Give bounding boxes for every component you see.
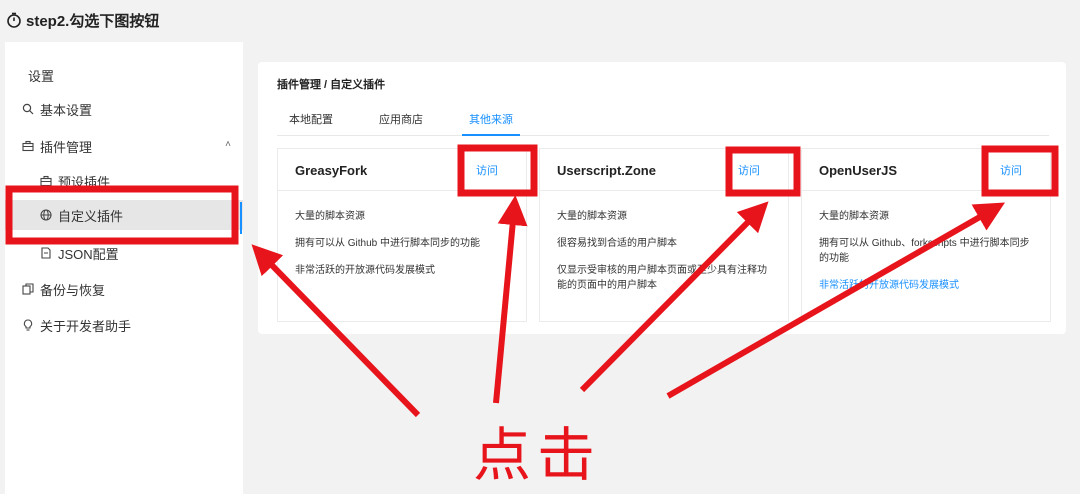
feature-line: 非常活跃的开放源代码发展模式	[819, 280, 959, 291]
sidebar-item-label: JSON配置	[58, 246, 119, 262]
visit-button[interactable]: 访问	[730, 159, 768, 181]
sidebar-item-label: 关于开发者助手	[40, 318, 132, 334]
briefcase-icon	[39, 174, 53, 188]
breadcrumb: 插件管理 / 自定义插件	[277, 79, 386, 91]
card-body: 大量的脚本资源 拥有可以从 Github、forkscripts 中进行脚本同步…	[802, 191, 1050, 293]
sidebar-scroll-indicator[interactable]	[240, 202, 242, 234]
card-title: Userscript.Zone	[557, 163, 656, 178]
copy-icon	[21, 282, 35, 296]
tab-app-store[interactable]: 应用商店	[379, 106, 423, 136]
sidebar-item-preset-plugins[interactable]: 预设插件	[5, 166, 243, 196]
search-icon	[21, 102, 35, 116]
feature-line: 拥有可以从 Github 中进行脚本同步的功能	[295, 238, 481, 249]
feature-line: 大量的脚本资源	[557, 211, 627, 222]
source-card-greasyfork: GreasyFork 访问 大量的脚本资源 拥有可以从 Github 中进行脚本…	[277, 148, 527, 322]
timer-icon	[7, 12, 21, 28]
feature-line: 仅显示受审核的用户脚本页面或至少具有注释功能的页面中的用户脚本	[557, 265, 767, 291]
sidebar-item-about-developer[interactable]: 关于开发者助手	[5, 310, 243, 340]
sidebar-item-label: 自定义插件	[58, 208, 124, 224]
card-title: OpenUserJS	[819, 163, 898, 178]
sidebar-item-basic-settings[interactable]: 基本设置	[5, 94, 243, 124]
tab-local-config[interactable]: 本地配置	[289, 106, 333, 136]
plugin-panel: 插件管理 / 自定义插件 本地配置 应用商店 其他来源 GreasyFork 访…	[258, 62, 1066, 334]
briefcase-icon	[21, 139, 35, 153]
sidebar-item-label: 插件管理	[40, 139, 93, 155]
feature-line: 大量的脚本资源	[295, 211, 365, 222]
bulb-icon	[21, 318, 35, 332]
click-annotation-label: 点击	[473, 421, 602, 489]
sidebar-item-backup-restore[interactable]: 备份与恢复	[5, 274, 243, 304]
chevron-up-icon: ˄	[225, 139, 231, 150]
step-title: step2.勾选下图按钮	[26, 12, 160, 30]
card-title: GreasyFork	[295, 163, 368, 178]
card-body: 大量的脚本资源 很容易找到合适的用户脚本 仅显示受审核的用户脚本页面或至少具有注…	[540, 191, 788, 293]
source-card-openuserjs: OpenUserJS 访问 大量的脚本资源 拥有可以从 Github、forks…	[801, 148, 1051, 322]
settings-sidebar: 设置 基本设置 插件管理 ˄ 预设插件 自定义插件 JSON配置 备份与恢复 关…	[5, 42, 243, 494]
feature-line: 很容易找到合适的用户脚本	[557, 238, 677, 249]
source-tabs: 本地配置 应用商店 其他来源	[277, 106, 1049, 136]
sidebar-item-json-config[interactable]: JSON配置	[5, 238, 243, 268]
feature-line: 拥有可以从 Github、forkscripts 中进行脚本同步的功能	[819, 238, 1030, 264]
card-header: Userscript.Zone 访问	[540, 149, 788, 191]
sidebar-item-label: 预设插件	[58, 174, 111, 190]
source-card-userscript-zone: Userscript.Zone 访问 大量的脚本资源 很容易找到合适的用户脚本 …	[539, 148, 789, 322]
card-body: 大量的脚本资源 拥有可以从 Github 中进行脚本同步的功能 非常活跃的开放源…	[278, 191, 526, 278]
top-bar: step2.勾选下图按钮	[0, 0, 1080, 40]
globe-icon	[39, 208, 53, 222]
sidebar-item-plugin-management[interactable]: 插件管理 ˄	[5, 131, 243, 161]
sidebar-heading: 设置	[28, 69, 55, 84]
sidebar-item-label: 基本设置	[40, 102, 93, 118]
tab-other-sources[interactable]: 其他来源	[462, 106, 520, 136]
sidebar-item-label: 备份与恢复	[40, 282, 106, 298]
visit-button[interactable]: 访问	[468, 159, 506, 181]
file-icon	[39, 246, 53, 260]
visit-button[interactable]: 访问	[992, 159, 1030, 181]
card-header: OpenUserJS 访问	[802, 149, 1050, 191]
sidebar-item-custom-plugins[interactable]: 自定义插件	[5, 200, 243, 230]
feature-line: 非常活跃的开放源代码发展模式	[295, 265, 435, 276]
feature-line: 大量的脚本资源	[819, 211, 889, 222]
card-header: GreasyFork 访问	[278, 149, 526, 191]
